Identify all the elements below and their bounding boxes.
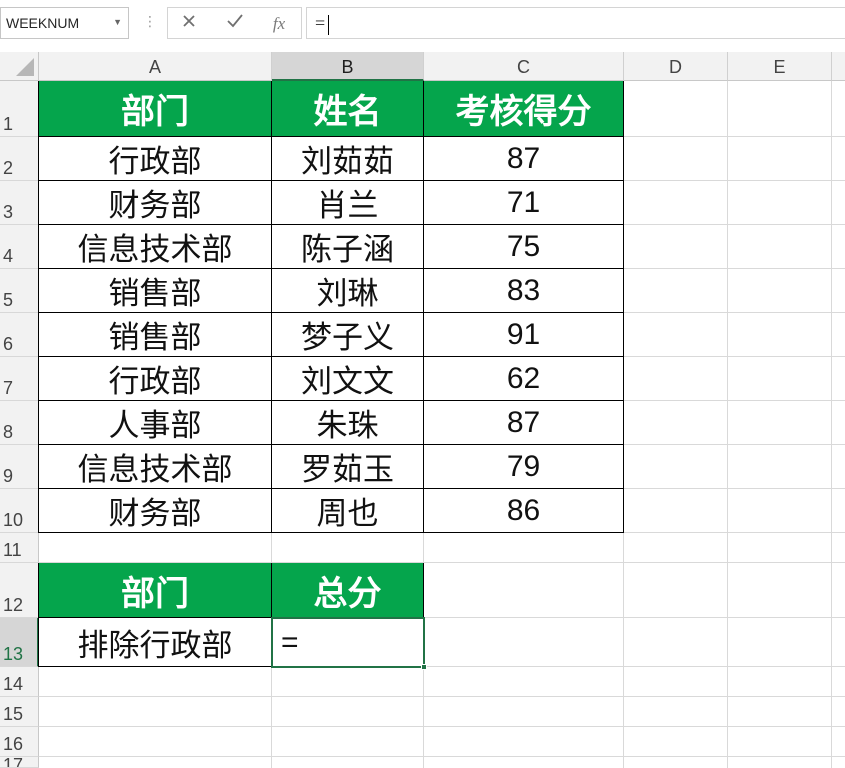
- table-cell[interactable]: 71: [424, 181, 624, 225]
- row-header-7[interactable]: 7: [0, 357, 39, 401]
- gridline: [39, 756, 845, 757]
- row-header-2[interactable]: 2: [0, 137, 39, 181]
- formula-text: =: [315, 13, 326, 33]
- cancel-icon[interactable]: [176, 12, 202, 36]
- formula-input[interactable]: =: [306, 7, 845, 39]
- table-cell[interactable]: 79: [424, 445, 624, 489]
- chevron-down-icon[interactable]: ▼: [113, 17, 122, 27]
- insert-function-icon[interactable]: fx: [266, 12, 292, 36]
- table-cell[interactable]: 财务部: [39, 181, 272, 225]
- row-header-3[interactable]: 3: [0, 181, 39, 225]
- column-header-e[interactable]: E: [728, 52, 832, 81]
- row-header-1[interactable]: 1: [0, 81, 39, 137]
- row-header-17[interactable]: 17: [0, 757, 39, 768]
- table-cell[interactable]: 行政部: [39, 357, 272, 401]
- table-cell[interactable]: 朱珠: [272, 401, 424, 445]
- column-header-f[interactable]: [832, 52, 845, 81]
- row-header-6[interactable]: 6: [0, 313, 39, 357]
- row-header-9[interactable]: 9: [0, 445, 39, 489]
- table-cell[interactable]: 梦子义: [272, 313, 424, 357]
- table-cell[interactable]: 91: [424, 313, 624, 357]
- more-options-icon[interactable]: ⋮: [143, 12, 157, 32]
- table-cell[interactable]: 周也: [272, 489, 424, 533]
- header-cell-department[interactable]: 部门: [39, 81, 272, 137]
- table-cell[interactable]: 人事部: [39, 401, 272, 445]
- text-cursor: [328, 15, 329, 35]
- row-header-8[interactable]: 8: [0, 401, 39, 445]
- header-cell-total[interactable]: 总分: [272, 563, 424, 618]
- table-cell[interactable]: 肖兰: [272, 181, 424, 225]
- formula-buttons: fx: [167, 7, 302, 39]
- column-header-d[interactable]: D: [624, 52, 728, 81]
- table-cell[interactable]: 87: [424, 137, 624, 181]
- active-cell[interactable]: =: [271, 617, 425, 668]
- column-header-c[interactable]: C: [424, 52, 624, 81]
- row-header-5[interactable]: 5: [0, 269, 39, 313]
- gridline: [39, 726, 845, 727]
- table-cell[interactable]: 陈子涵: [272, 225, 424, 269]
- row-header-12[interactable]: 12: [0, 563, 39, 618]
- row-header-13[interactable]: 13: [0, 618, 39, 667]
- header-cell-department-2[interactable]: 部门: [39, 563, 272, 618]
- criteria-cell[interactable]: 排除行政部: [39, 618, 272, 667]
- table-cell[interactable]: 刘文文: [272, 357, 424, 401]
- name-box-value: WEEKNUM: [6, 15, 80, 31]
- table-cell[interactable]: 销售部: [39, 313, 272, 357]
- column-header-a[interactable]: A: [39, 52, 272, 81]
- table-cell[interactable]: 刘琳: [272, 269, 424, 313]
- column-header-b[interactable]: B: [272, 52, 424, 81]
- table-cell[interactable]: 行政部: [39, 137, 272, 181]
- table-cell[interactable]: 财务部: [39, 489, 272, 533]
- row-header-15[interactable]: 15: [0, 697, 39, 727]
- table-cell[interactable]: 83: [424, 269, 624, 313]
- row-header-16[interactable]: 16: [0, 727, 39, 757]
- enter-check-icon[interactable]: [222, 12, 248, 36]
- gridline: [831, 81, 832, 768]
- row-header-10[interactable]: 10: [0, 489, 39, 533]
- table-cell[interactable]: 62: [424, 357, 624, 401]
- row-header-4[interactable]: 4: [0, 225, 39, 269]
- table-cell[interactable]: 刘茹茹: [272, 137, 424, 181]
- fill-handle[interactable]: [421, 664, 427, 670]
- header-cell-name[interactable]: 姓名: [272, 81, 424, 137]
- row-header-11[interactable]: 11: [0, 533, 39, 563]
- table-cell[interactable]: 罗茹玉: [272, 445, 424, 489]
- select-all-button[interactable]: [0, 52, 39, 81]
- row-header-14[interactable]: 14: [0, 667, 39, 697]
- table-cell[interactable]: 销售部: [39, 269, 272, 313]
- header-cell-score[interactable]: 考核得分: [424, 81, 624, 137]
- table-cell[interactable]: 信息技术部: [39, 445, 272, 489]
- table-cell[interactable]: 86: [424, 489, 624, 533]
- table-cell[interactable]: 87: [424, 401, 624, 445]
- name-box[interactable]: WEEKNUM ▼: [0, 7, 129, 39]
- gridline: [39, 696, 845, 697]
- table-cell[interactable]: 75: [424, 225, 624, 269]
- gridline: [727, 81, 728, 768]
- table-cell[interactable]: 信息技术部: [39, 225, 272, 269]
